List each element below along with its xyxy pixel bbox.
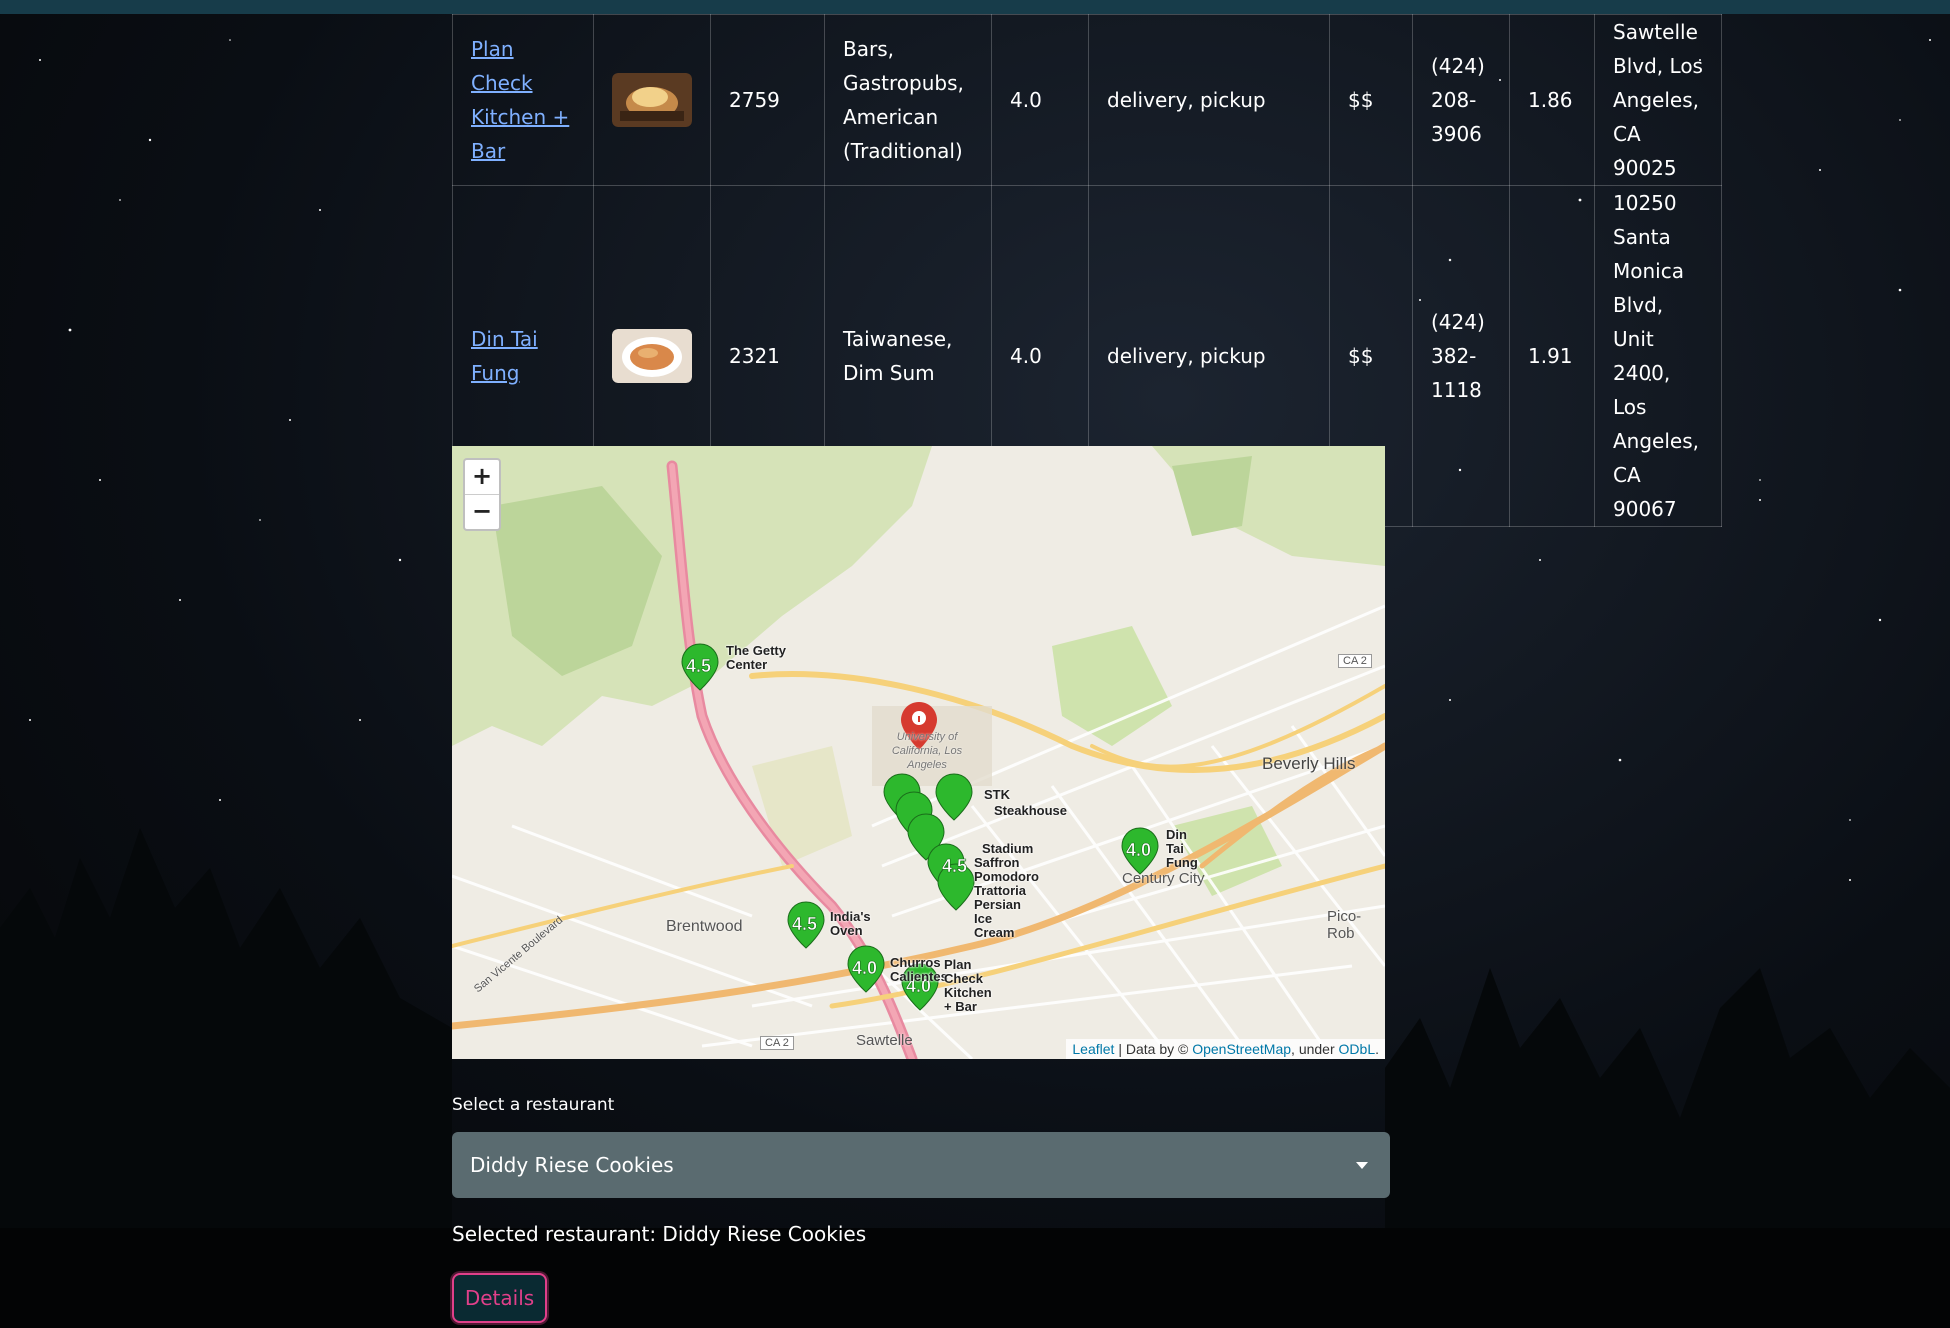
top-bar — [0, 0, 1950, 14]
restaurant-name-cell: Plan Check Kitchen + Bar — [452, 14, 594, 186]
transactions-cell: delivery, pickup — [1088, 14, 1330, 186]
openstreetmap-link[interactable]: OpenStreetMap — [1192, 1041, 1291, 1057]
svg-text:4.0: 4.0 — [1126, 840, 1151, 860]
leaflet-link[interactable]: Leaflet — [1072, 1041, 1114, 1057]
restaurant-select[interactable]: Diddy Riese Cookies — [452, 1132, 1390, 1198]
selected-restaurant-text: Selected restaurant: Diddy Riese Cookies — [452, 1222, 867, 1246]
map-place-label: University of California, Los Angeles — [891, 731, 963, 771]
restaurant-select-value: Diddy Riese Cookies — [470, 1153, 674, 1177]
marker-label: Stadium — [982, 841, 1034, 856]
price-cell: $$ — [1329, 14, 1413, 186]
marker-label: The Getty Center — [726, 643, 786, 672]
restaurant-photo — [612, 73, 692, 127]
map-place-label: Brentwood — [666, 918, 743, 935]
distance-cell: 1.91 — [1509, 185, 1595, 527]
restaurant-link[interactable]: Plan Check Kitchen + Bar — [471, 37, 569, 163]
distance-cell: 1.86 — [1509, 14, 1595, 186]
map-place-label: Pico-Rob — [1327, 908, 1362, 942]
map-place-label: Sawtelle — [856, 1032, 913, 1049]
marker-label: Trattoria — [974, 883, 1027, 898]
zoom-control: + − — [463, 458, 501, 531]
svg-text:4.5: 4.5 — [942, 856, 967, 876]
review-count-cell: 2759 — [710, 14, 825, 186]
select-restaurant-label: Select a restaurant — [452, 1095, 615, 1115]
address-cell: Sawtelle Blvd, Los Angeles, CA 90025 — [1594, 14, 1722, 186]
marker-label: Churros Calientes — [890, 955, 948, 984]
map-attribution: Leaflet | Data by © OpenStreetMap, under… — [1066, 1039, 1385, 1059]
address-cell: 10250 Santa Monica Blvd, Unit 2400, Los … — [1594, 185, 1722, 527]
marker-label: Ice — [974, 911, 993, 926]
categories-cell: Bars, Gastropubs, American (Traditional) — [824, 14, 992, 186]
marker-label: Cream — [974, 925, 1015, 940]
map-place-label: Century City — [1122, 870, 1205, 887]
highway-shield: CA 2 — [1338, 654, 1372, 668]
restaurant-link[interactable]: Din Tai Fung — [471, 327, 538, 385]
svg-text:4.5: 4.5 — [792, 914, 817, 934]
marker-label: STK — [984, 787, 1010, 802]
restaurant-photo — [612, 329, 692, 383]
table-row: Plan Check Kitchen + Bar 2759 Bars, Gast… — [452, 14, 1722, 186]
rating-cell: 4.0 — [991, 14, 1089, 186]
marker-label: Din Tai Fung — [1166, 827, 1198, 870]
odbl-link[interactable]: ODbL — [1339, 1041, 1376, 1057]
phone-cell: (424) 208-3906 — [1412, 14, 1510, 186]
phone-cell: (424) 382-1118 — [1412, 185, 1510, 527]
marker-label: Persian — [974, 897, 1021, 912]
highway-shield: CA 2 — [760, 1036, 794, 1050]
map-place-label: Beverly Hills — [1262, 754, 1356, 773]
chevron-down-icon — [1356, 1162, 1368, 1169]
marker-label: Pomodoro — [974, 869, 1039, 884]
svg-text:4.5: 4.5 — [686, 656, 711, 676]
svg-text:4.0: 4.0 — [852, 958, 877, 978]
restaurant-map[interactable]: 4.5 4.0 4.5 4.0 4.0 4.5 + − Beverly Hill… — [452, 446, 1385, 1059]
details-button[interactable]: Details — [452, 1273, 547, 1323]
marker-label: Steakhouse — [994, 803, 1067, 818]
restaurant-image-cell — [593, 14, 711, 186]
zoom-in-button[interactable]: + — [465, 460, 499, 494]
marker-label: Saffron — [974, 855, 1020, 870]
marker-label: India's Oven — [830, 909, 871, 938]
marker-label: Plan Check Kitchen + Bar — [944, 957, 992, 1014]
zoom-out-button[interactable]: − — [465, 494, 499, 529]
